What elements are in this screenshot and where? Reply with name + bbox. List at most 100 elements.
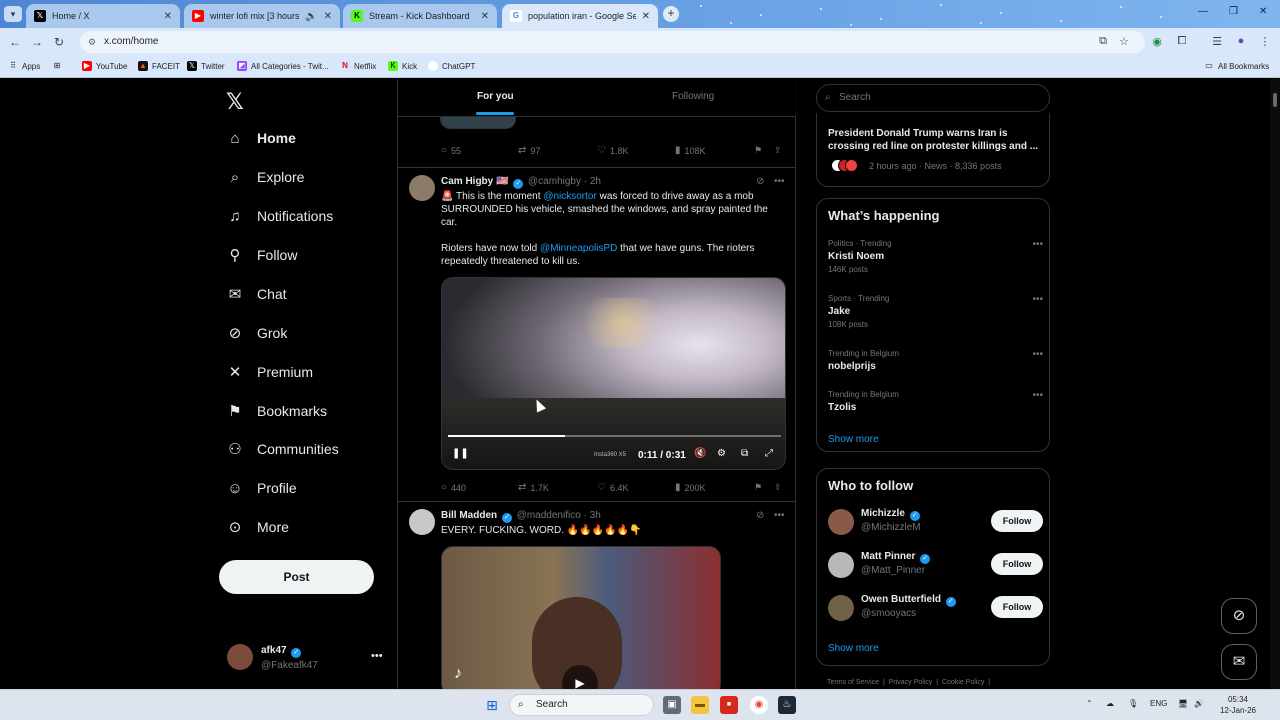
- pause-icon[interactable]: ❚❚: [452, 448, 469, 459]
- tab-home-x[interactable]: 𝕏 Home / X ✕: [26, 4, 180, 28]
- tab-youtube[interactable]: ▶ winter lofi mix [3 hours] 🔊 ✕: [184, 4, 340, 28]
- account-switcher[interactable]: afk47 ✓ @Fakeafk47 •••: [227, 642, 387, 676]
- bookmark-grid[interactable]: ⊞: [52, 61, 66, 71]
- bookmark-netflix[interactable]: N Netflix: [340, 61, 376, 71]
- close-window-icon[interactable]: ✕: [1259, 6, 1267, 17]
- post-time[interactable]: 3h: [590, 510, 601, 521]
- volume-icon[interactable]: 🔊: [1194, 699, 1204, 708]
- language-indicator[interactable]: ENG: [1150, 699, 1167, 708]
- minimize-icon[interactable]: —: [1198, 6, 1208, 17]
- author-name[interactable]: Bill Madden: [441, 510, 497, 521]
- nav-explore[interactable]: ⌕ Explore: [225, 163, 305, 191]
- mention-link[interactable]: @MinneapolisPD: [540, 243, 617, 254]
- video-progress-bar[interactable]: [448, 435, 781, 437]
- post[interactable]: Cam Higby 🇺🇸 ✓ @camhigby · 2h ⊘ ••• 🚨 Th…: [398, 167, 796, 501]
- picture-in-picture-icon[interactable]: ⧉: [741, 448, 748, 459]
- tab-kick[interactable]: K Stream - Kick Dashboard ✕: [343, 4, 497, 28]
- nav-profile[interactable]: ☺ Profile: [225, 474, 296, 502]
- more-dots-icon[interactable]: •••: [1032, 349, 1043, 360]
- nav-follow[interactable]: ⚲ Follow: [225, 241, 298, 269]
- bookmark-star-icon[interactable]: ☆: [1117, 35, 1131, 48]
- nav-chat[interactable]: ✉ Chat: [225, 280, 287, 308]
- x-logo-icon[interactable]: 𝕏: [226, 89, 244, 115]
- post[interactable]: Bill Madden ✓ @maddenifico · 3h ⊘ ••• EV…: [398, 501, 796, 689]
- more-dots-icon[interactable]: •••: [1032, 294, 1043, 305]
- follow-suggestion[interactable]: Owen Butterfield ✓ @smooyacs Follow: [828, 593, 1043, 625]
- nav-communities[interactable]: ⚇ Communities: [225, 435, 338, 463]
- previous-post-media[interactable]: [440, 117, 516, 129]
- author-handle[interactable]: @camhigby: [528, 176, 581, 187]
- tab-following[interactable]: Following: [672, 91, 714, 102]
- extension-icon[interactable]: ◉: [1150, 35, 1164, 48]
- trend-item[interactable]: Trending in Belgium nobelprijs •••: [828, 349, 1043, 389]
- tab-google-search[interactable]: G population iran - Google Search ✕: [502, 4, 658, 28]
- avatar[interactable]: [828, 552, 854, 578]
- bookmark-twitter[interactable]: 𝕏 Twitter: [187, 61, 225, 71]
- nav-grok[interactable]: ⊘ Grok: [225, 319, 288, 347]
- grok-post-icon[interactable]: ⊘: [756, 510, 764, 521]
- repost-button[interactable]: ⇄ 1.7K: [518, 482, 549, 493]
- bookmark-youtube[interactable]: ▶ YouTube: [82, 61, 127, 71]
- more-dots-icon[interactable]: •••: [774, 510, 785, 521]
- clock[interactable]: 05:34 12-Jan-26: [1214, 694, 1262, 716]
- back-icon[interactable]: ←: [4, 35, 26, 49]
- close-tab-icon[interactable]: ✕: [164, 11, 172, 22]
- bookmark-apps[interactable]: ⠿ Apps: [8, 61, 40, 71]
- terms-link[interactable]: Terms of Service: [827, 679, 879, 686]
- show-more-link[interactable]: Show more: [828, 434, 879, 445]
- share-icon[interactable]: ⇪: [774, 145, 782, 156]
- tab-for-you[interactable]: For you: [477, 91, 514, 102]
- author-handle[interactable]: @maddenifico: [517, 510, 581, 521]
- privacy-link[interactable]: Privacy Policy: [889, 679, 933, 686]
- cookie-link[interactable]: Cookie Policy: [942, 679, 984, 686]
- follow-button[interactable]: Follow: [991, 596, 1043, 618]
- extensions-puzzle-icon[interactable]: ⧠: [1175, 35, 1189, 48]
- avatar[interactable]: [828, 595, 854, 621]
- share-icon[interactable]: ⇪: [774, 482, 782, 493]
- close-tab-icon[interactable]: ✕: [642, 11, 650, 22]
- post-button[interactable]: Post: [219, 560, 374, 594]
- video-thumbnail[interactable]: ♪ ▶: [441, 546, 721, 689]
- site-info-icon[interactable]: ⚙: [88, 31, 96, 53]
- bookmark-twitch-categories[interactable]: ◩ All Categories - Twit...: [237, 61, 329, 71]
- chrome-icon[interactable]: ◉: [750, 696, 768, 714]
- trend-item[interactable]: Trending in Belgium Tzolis •••: [828, 390, 1043, 430]
- show-more-link[interactable]: Show more: [828, 643, 879, 654]
- reply-button[interactable]: ○ 440: [441, 482, 466, 493]
- bookmark-post-icon[interactable]: ⚑: [754, 145, 762, 156]
- repost-button[interactable]: ⇄ 97: [518, 145, 540, 156]
- author-name[interactable]: Cam Higby: [441, 176, 493, 187]
- network-icon[interactable]: 🖥: [1178, 699, 1188, 708]
- avatar[interactable]: [409, 509, 435, 535]
- more-dots-icon[interactable]: •••: [1032, 390, 1043, 401]
- microphone-icon[interactable]: 🎙: [1128, 699, 1138, 708]
- chrome-menu-icon[interactable]: ⋮: [1258, 35, 1272, 48]
- search-input[interactable]: ⌕ Search: [816, 84, 1050, 112]
- nav-home[interactable]: ⌂ Home: [225, 124, 295, 152]
- more-dots-icon[interactable]: •••: [774, 176, 785, 187]
- nav-notifications[interactable]: ♫ Notifications: [225, 202, 333, 230]
- nav-more[interactable]: ⊙ More: [225, 513, 289, 541]
- onedrive-icon[interactable]: ☁: [1106, 699, 1114, 708]
- views-button[interactable]: ▮ 200K: [675, 482, 706, 493]
- new-tab-button[interactable]: +: [663, 6, 679, 22]
- close-tab-icon[interactable]: ✕: [324, 11, 332, 22]
- forward-icon[interactable]: →: [26, 35, 48, 49]
- grok-floating-icon[interactable]: ⊘: [1221, 598, 1257, 634]
- more-dots-icon[interactable]: •••: [371, 650, 383, 662]
- messages-floating-icon[interactable]: ✉: [1221, 644, 1257, 680]
- bookmark-kick[interactable]: K Kick: [388, 61, 417, 71]
- like-button[interactable]: ♡ 6.4K: [597, 482, 628, 493]
- tray-overflow-icon[interactable]: ⌃: [1086, 699, 1093, 708]
- like-button[interactable]: ♡ 1.8K: [597, 145, 628, 156]
- app-icon[interactable]: ■: [720, 696, 738, 714]
- video-player[interactable]: ❚❚ Insta360 X5 0:11 / 0:31 🔇 ⚙ ⧉ ⤢: [441, 277, 786, 470]
- follow-suggestion[interactable]: Matt Pinner ✓ @Matt_Pinner Follow: [828, 550, 1043, 582]
- reload-icon[interactable]: ↻: [48, 35, 70, 49]
- follow-button[interactable]: Follow: [991, 510, 1043, 532]
- settings-gear-icon[interactable]: ⚙: [717, 448, 726, 459]
- news-title[interactable]: President Donald Trump warns Iran is cro…: [828, 127, 1043, 153]
- close-tab-icon[interactable]: ✕: [481, 11, 489, 22]
- muted-speaker-icon[interactable]: 🔇: [694, 448, 706, 459]
- news-card[interactable]: President Donald Trump warns Iran is cro…: [816, 113, 1050, 187]
